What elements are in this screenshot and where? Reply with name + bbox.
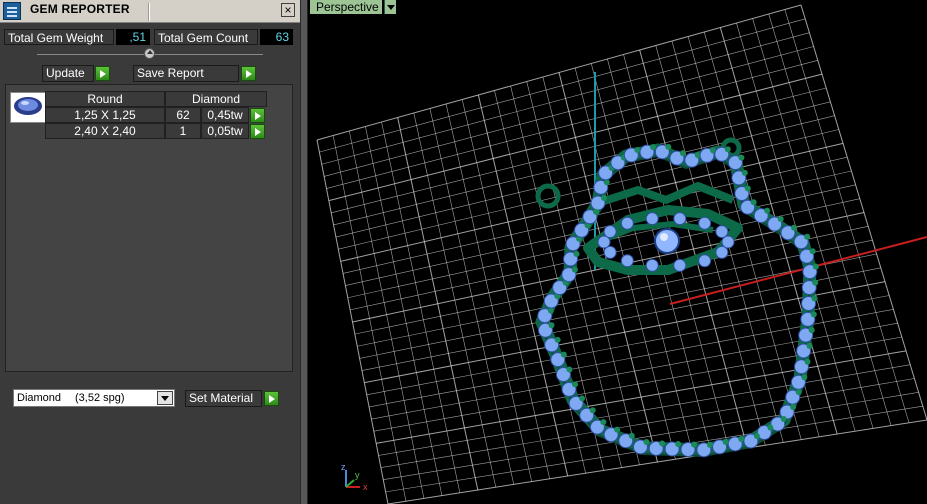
chevron-down-icon[interactable] [157, 391, 173, 405]
save-report-arrow-icon[interactable] [241, 66, 256, 81]
set-material-arrow-icon[interactable] [264, 391, 279, 406]
set-material-button[interactable]: Set Material [185, 390, 262, 407]
title-separator [148, 3, 150, 21]
row-2-count: 1 [165, 123, 201, 139]
title-bar: GEM REPORTER × [0, 0, 300, 23]
axis-x-label: x [363, 482, 368, 492]
window-title: GEM REPORTER [30, 2, 130, 16]
view-dropdown-icon[interactable] [384, 0, 396, 14]
row-1-size: 1,25 X 1,25 [45, 107, 165, 123]
total-gem-weight-label: Total Gem Weight [4, 29, 114, 45]
perspective-scene[interactable]: z y x [308, 0, 927, 504]
save-report-button[interactable]: Save Report [133, 65, 239, 82]
row-2-weight: 0,05tw [201, 123, 249, 139]
slider-thumb[interactable] [144, 48, 155, 59]
3d-viewport[interactable]: z y x Perspective [308, 0, 927, 504]
center-large-gem [654, 228, 680, 254]
panel-splitter[interactable] [300, 0, 308, 504]
row-1-select-arrow-icon[interactable] [250, 108, 265, 123]
center-gem-highlight [660, 233, 668, 241]
row-2-size: 2,40 X 2,40 [45, 123, 165, 139]
table-header-round: Round [45, 91, 165, 107]
row-2-select-arrow-icon[interactable] [250, 124, 265, 139]
close-button[interactable]: × [281, 3, 295, 17]
update-arrow-icon[interactable] [95, 66, 110, 81]
table-header-diamond: Diamond [165, 91, 267, 107]
gem-reporter-panel: GEM REPORTER × Total Gem Weight ,51 Tota… [0, 0, 300, 504]
round-gem-thumbnail[interactable] [10, 92, 46, 123]
total-gem-count-label: Total Gem Count [154, 29, 258, 45]
material-select[interactable]: Diamond (3,52 spg) [13, 389, 175, 407]
material-name: Diamond [17, 392, 62, 404]
row-1-weight: 0,45tw [201, 107, 249, 123]
view-name-tab[interactable]: Perspective [310, 0, 382, 14]
material-specific-gravity: (3,52 spg) [75, 392, 125, 404]
axis-gizmo: z y x [341, 462, 368, 492]
axis-y-label: y [355, 470, 360, 480]
gem-reporter-app-icon [3, 2, 21, 20]
ground-grid [316, 4, 927, 504]
update-button[interactable]: Update [42, 65, 94, 82]
row-1-count: 62 [165, 107, 201, 123]
total-gem-weight-value: ,51 [116, 29, 150, 45]
total-gem-count-value: 63 [260, 29, 293, 45]
axis-z-label: z [341, 462, 346, 472]
